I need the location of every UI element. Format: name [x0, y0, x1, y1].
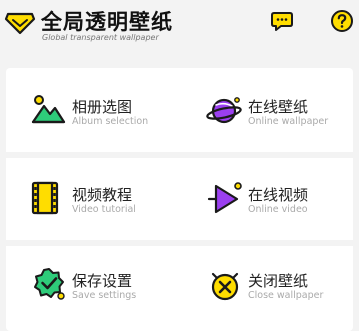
- menu-item-label: 在线壁纸: [248, 98, 309, 116]
- play-icon: [207, 182, 242, 214]
- menu-item-save-settings[interactable]: 保存设置 Save settings: [30, 266, 200, 326]
- menu-item-sublabel: Save settings: [72, 290, 137, 301]
- chat-bubble-icon[interactable]: [270, 9, 294, 33]
- row-divider: [6, 240, 353, 246]
- menu-item-sublabel: Album selection: [72, 116, 149, 127]
- diamond-logo-icon: [4, 12, 36, 35]
- menu-item-label: 关闭壁纸: [248, 272, 309, 290]
- menu-item-close-wallpaper[interactable]: 关闭壁纸 Close wallpaper: [206, 266, 359, 326]
- app-subtitle: Global transparent wallpaper: [42, 33, 159, 42]
- planet-icon: [206, 97, 242, 124]
- row-divider: [6, 152, 353, 158]
- film-strip-icon: [31, 181, 59, 215]
- menu-item-label: 视频教程: [72, 186, 133, 204]
- badge-check-icon: [34, 268, 65, 300]
- menu-card: 相册选图 Album selection 在线壁纸 Online wallpap…: [6, 68, 353, 331]
- menu-item-online-video[interactable]: 在线视频 Online video: [206, 180, 359, 240]
- menu-item-label: 在线视频: [248, 186, 309, 204]
- app-header: 全局透明壁纸 Global transparent wallpaper: [0, 0, 359, 62]
- menu-item-sublabel: Close wallpaper: [248, 290, 324, 301]
- app-title: 全局透明壁纸: [41, 10, 173, 34]
- menu-item-label: 保存设置: [72, 272, 133, 290]
- menu-item-sublabel: Online video: [248, 204, 308, 215]
- menu-item-sublabel: Online wallpaper: [248, 116, 329, 127]
- question-mark-icon[interactable]: [330, 9, 354, 33]
- menu-item-album-selection[interactable]: 相册选图 Album selection: [30, 92, 200, 152]
- menu-item-sublabel: Video tutorial: [72, 204, 136, 215]
- menu-item-video-tutorial[interactable]: 视频教程 Video tutorial: [30, 180, 200, 240]
- close-circle-icon: [211, 272, 239, 301]
- menu-item-online-wallpaper[interactable]: 在线壁纸 Online wallpaper: [206, 92, 359, 152]
- menu-item-label: 相册选图: [72, 98, 133, 116]
- mountain-photo-icon: [31, 95, 66, 124]
